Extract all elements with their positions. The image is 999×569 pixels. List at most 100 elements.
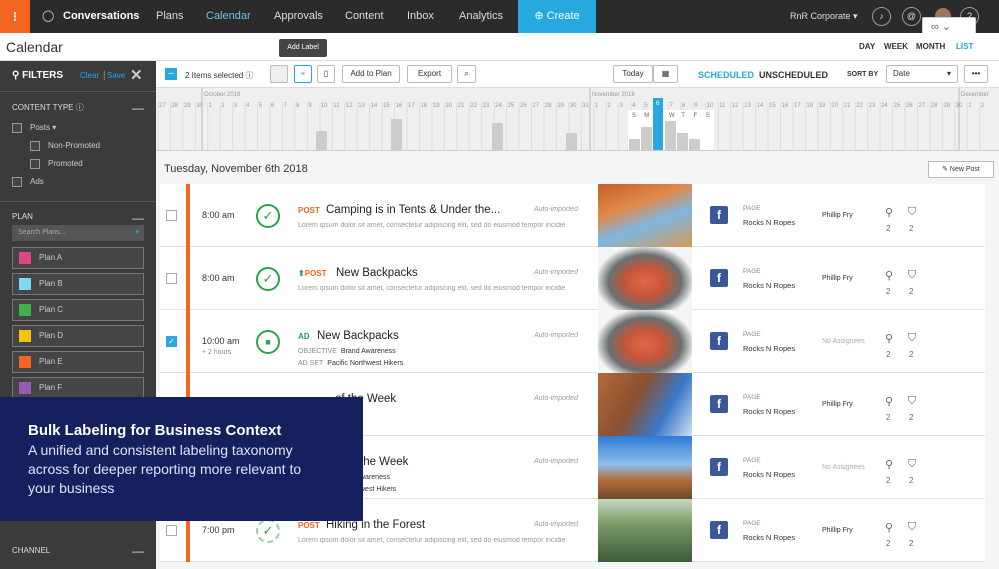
timeline-weekday-letter: M [644, 113, 649, 119]
plan-item[interactable]: Plan C [12, 299, 144, 321]
post-image[interactable] [598, 499, 692, 562]
tag-icon[interactable]: ⛉ [905, 458, 919, 471]
export-button[interactable]: Export [407, 65, 452, 83]
pin-icon[interactable]: ⚲ [882, 395, 896, 408]
promoted-checkbox[interactable] [30, 158, 40, 169]
sort-select[interactable]: Date ▾ [886, 65, 958, 83]
plan-color-swatch [19, 278, 31, 290]
document-icon[interactable]: ▯ [317, 65, 335, 83]
more-options-icon[interactable]: ••• [964, 65, 988, 83]
row-checkbox[interactable]: ✓ [166, 336, 177, 347]
new-post-button[interactable]: ✎ New Post [928, 161, 994, 178]
today-button[interactable]: Today [613, 65, 653, 83]
assignee[interactable]: Phillip Fry [822, 275, 853, 282]
nav-plans[interactable]: Plans [156, 0, 184, 33]
assignee[interactable]: No Assignees [822, 338, 865, 345]
nav-content[interactable]: Content [345, 0, 384, 33]
pin-icon[interactable]: ⚲ [882, 332, 896, 345]
row-checkbox[interactable] [166, 273, 177, 284]
search-icon[interactable]: ⌕ [457, 65, 476, 83]
search-plans-input[interactable]: Search Plans... ▾ [12, 225, 144, 241]
tag-icon[interactable]: ⛉ [905, 332, 919, 345]
nav-calendar[interactable]: Calendar [206, 0, 251, 33]
app-logo[interactable]: ⁝ [0, 0, 30, 33]
pin-icon[interactable]: ⚲ [882, 521, 896, 534]
post-image[interactable] [598, 436, 692, 499]
pin-icon[interactable]: ⚲ [882, 458, 896, 471]
plan-item[interactable]: Plan E [12, 351, 144, 373]
post-image[interactable] [598, 247, 692, 310]
row-checkbox[interactable] [166, 525, 177, 536]
add-to-plan-button[interactable]: Add to Plan [342, 65, 400, 83]
bell-icon[interactable]: ♪ [872, 7, 891, 26]
post-image[interactable] [598, 184, 692, 247]
collapse-icon[interactable]: — [132, 544, 144, 558]
nav-analytics[interactable]: Analytics [459, 0, 503, 33]
non-promoted-checkbox[interactable] [30, 140, 40, 151]
timeline-day-label: 27 [159, 103, 166, 109]
filter-ads[interactable]: Ads [0, 173, 156, 191]
create-button[interactable]: ⊕ Create [518, 0, 596, 33]
filter-non-promoted[interactable]: Non-Promoted [0, 137, 156, 155]
overlay-body: A unified and consistent labeling taxono… [28, 442, 302, 496]
nav-conversations[interactable]: Conversations [63, 0, 139, 33]
plan-item[interactable]: Plan F [12, 377, 144, 399]
assignee[interactable]: Phillip Fry [822, 527, 853, 534]
timeline-day-label: 28 [931, 103, 938, 109]
boost-arrow-icon: ⬆ [298, 269, 305, 278]
save-filters-link[interactable]: Save [107, 61, 125, 91]
timeline-day-label: 19 [433, 103, 440, 109]
tab-scheduled[interactable]: SCHEDULED [698, 70, 754, 80]
add-label-button[interactable]: ⌖ [294, 65, 312, 83]
tag-icon[interactable]: ⛉ [905, 395, 919, 408]
view-week[interactable]: WEEK [884, 42, 908, 51]
bulk-action-button[interactable] [270, 65, 288, 83]
post-title[interactable]: New Backpacks [336, 267, 418, 279]
posts-checkbox[interactable] [12, 122, 22, 133]
table-row[interactable]: 8:00 am ✓ ⬆POST New Backpacks Lorem ipsum do… [160, 247, 985, 310]
select-all-checkbox[interactable]: – [165, 68, 177, 80]
assignee[interactable]: No Assignees [822, 464, 865, 471]
timeline-strip[interactable]: 27 28 29 30 1 2 3 4 5 6 7 8 9 10 11 12 13 14 15 16 17 18 19 20 2… [156, 88, 999, 151]
clear-filters-link[interactable]: Clear [80, 61, 99, 91]
assignee[interactable]: Phillip Fry [822, 401, 853, 408]
table-row[interactable]: ✓ 10:00 am + 2 hours ■ AD New Backpacks OBJECT… [160, 310, 985, 373]
plan-item[interactable]: Plan D [12, 325, 144, 347]
plan-color-swatch [19, 356, 31, 368]
tab-unscheduled[interactable]: UNSCHEDULED [759, 70, 828, 80]
post-time: 10:00 am [202, 336, 240, 346]
timeline-activity-bar [689, 139, 700, 150]
view-list[interactable]: LIST [956, 42, 973, 51]
view-day[interactable]: DAY [859, 42, 875, 51]
collapse-icon[interactable]: — [132, 101, 144, 115]
calendar-icon[interactable]: ▦ [653, 65, 678, 83]
assignee[interactable]: Phillip Fry [822, 212, 853, 219]
ads-checkbox[interactable] [12, 176, 22, 187]
account-selector[interactable]: RnR Corporate ▾ [790, 0, 858, 33]
table-row[interactable]: 8:00 am ✓ POST Camping is in Tents & Under … [160, 184, 985, 247]
post-image[interactable] [598, 310, 692, 373]
collapse-icon[interactable]: — [132, 211, 144, 225]
plan-item[interactable]: Plan B [12, 273, 144, 295]
post-title[interactable]: the Week [360, 456, 408, 468]
pin-icon[interactable]: ⚲ [882, 269, 896, 282]
tag-icon[interactable]: ⛉ [905, 269, 919, 282]
filter-posts[interactable]: Posts ▾ [0, 119, 156, 137]
tag-icon[interactable]: ⛉ [905, 206, 919, 219]
post-image[interactable] [598, 373, 692, 436]
post-title[interactable]: Camping is in Tents & Under the... [326, 204, 500, 216]
nav-inbox[interactable]: Inbox [407, 0, 434, 33]
pin-icon[interactable]: ⚲ [882, 206, 896, 219]
timeline-activity-bar [566, 133, 577, 150]
post-title[interactable]: New Backpacks [317, 330, 399, 342]
filter-promoted[interactable]: Promoted [0, 155, 156, 173]
nav-approvals[interactable]: Approvals [274, 0, 323, 33]
tag-icon[interactable]: ⛉ [905, 521, 919, 534]
divider [0, 91, 156, 92]
view-month[interactable]: MONTH [916, 42, 945, 51]
timeline-day-label: 13 [744, 103, 751, 109]
plan-item[interactable]: Plan A [12, 247, 144, 269]
row-checkbox[interactable] [166, 210, 177, 221]
close-icon[interactable]: ✕ [130, 61, 143, 91]
at-icon[interactable]: @ [902, 7, 921, 26]
